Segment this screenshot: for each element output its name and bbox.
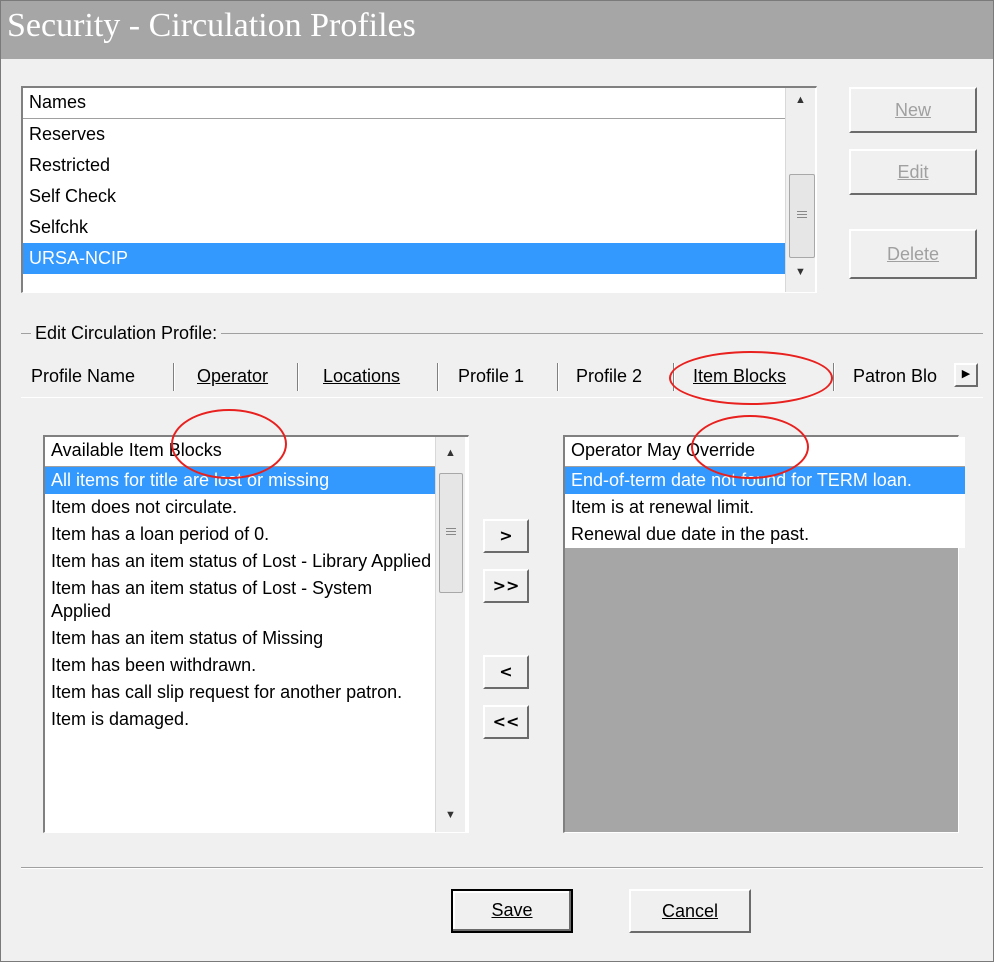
tab-profile-name[interactable]: Profile Name [31, 359, 135, 393]
list-item[interactable]: Renewal due date in the past. [565, 521, 965, 548]
add-all-button[interactable]: >> [483, 569, 529, 603]
scroll-up-icon[interactable]: ▲ [786, 94, 815, 106]
scroll-down-icon[interactable]: ▼ [436, 809, 465, 821]
tab-item-blocks[interactable]: Item Blocks [693, 359, 786, 393]
list-item-selected[interactable]: URSA-NCIP [23, 243, 789, 274]
scrollbar-thumb[interactable] [789, 174, 815, 258]
available-item-blocks-list[interactable]: Available Item Blocks All items for titl… [43, 435, 469, 833]
scrollbar-thumb[interactable] [439, 473, 463, 593]
tab-locations[interactable]: Locations [323, 359, 400, 393]
tab-scroll-right-button[interactable]: ▶ [954, 363, 978, 387]
list-item[interactable]: Reserves [23, 119, 789, 150]
available-scrollbar[interactable]: ▲ ▼ [435, 437, 465, 832]
list-item[interactable]: Item has a loan period of 0. [45, 521, 439, 548]
triangle-right-icon: ▶ [961, 368, 971, 380]
list-item[interactable]: Item has been withdrawn. [45, 652, 439, 679]
group-box-label: Edit Circulation Profile: [31, 323, 222, 344]
override-list-header[interactable]: Operator May Override [565, 437, 965, 467]
window: Security - Circulation Profiles Names Re… [0, 0, 994, 962]
list-item-selected[interactable]: All items for title are lost or missing [45, 467, 439, 494]
names-scrollbar[interactable]: ▲ ▼ [785, 88, 815, 292]
tab-operator[interactable]: Operator [197, 359, 268, 393]
list-item[interactable]: Restricted [23, 150, 789, 181]
new-button[interactable]: New [849, 87, 977, 133]
list-item[interactable]: Item has an item status of Lost - System… [45, 575, 433, 625]
save-button[interactable]: Save [451, 889, 573, 933]
operator-override-list[interactable]: Operator May Override End-of-term date n… [563, 435, 965, 833]
names-list[interactable]: Names Reserves Restricted Self Check Sel… [21, 86, 817, 293]
add-one-button[interactable]: > [483, 519, 529, 553]
list-item[interactable]: Item does not circulate. [45, 494, 439, 521]
scroll-down-icon[interactable]: ▼ [786, 266, 815, 278]
list-item[interactable]: Self Check [23, 181, 789, 212]
cancel-button[interactable]: Cancel [629, 889, 751, 933]
window-title: Security - Circulation Profiles [7, 7, 416, 44]
edit-button[interactable]: Edit [849, 149, 977, 195]
tab-profile-2[interactable]: Profile 2 [576, 359, 642, 393]
list-item[interactable]: Item has call slip request for another p… [45, 679, 433, 706]
available-list-header[interactable]: Available Item Blocks [45, 437, 439, 467]
list-item[interactable]: Item has an item status of Missing [45, 625, 439, 652]
title-bar: Security - Circulation Profiles [1, 1, 993, 59]
tab-profile-1[interactable]: Profile 1 [458, 359, 524, 393]
scroll-up-icon[interactable]: ▲ [436, 447, 465, 459]
list-item[interactable]: Selfchk [23, 212, 789, 243]
list-item[interactable]: Item has an item status of Lost - Librar… [45, 548, 433, 575]
list-item-selected[interactable]: End-of-term date not found for TERM loan… [565, 467, 965, 494]
list-item[interactable]: Item is damaged. [45, 706, 439, 733]
names-list-header[interactable]: Names [23, 88, 789, 119]
remove-all-button[interactable]: << [483, 705, 529, 739]
tab-patron-blocks[interactable]: Patron Blo [853, 359, 953, 393]
remove-one-button[interactable]: < [483, 655, 529, 689]
delete-button[interactable]: Delete [849, 229, 977, 279]
list-item[interactable]: Item is at renewal limit. [565, 494, 965, 521]
